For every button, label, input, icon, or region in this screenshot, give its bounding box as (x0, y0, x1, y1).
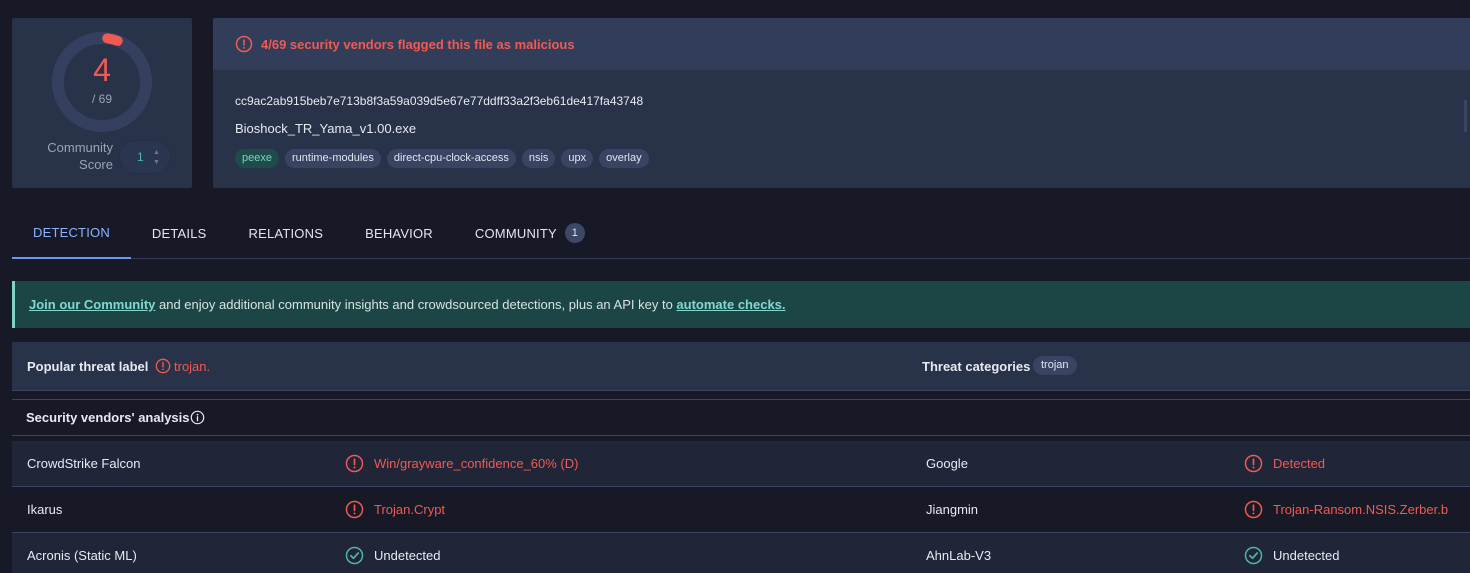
file-tag[interactable]: overlay (599, 149, 649, 168)
file-tag[interactable]: upx (561, 149, 594, 168)
detection-gauge: 4 / 69 (50, 30, 154, 134)
file-tag[interactable]: runtime-modules (284, 149, 381, 168)
vendor-name: AhnLab-V3 (926, 548, 992, 563)
chevron-up-icon[interactable]: ▲ (153, 149, 160, 157)
vendor-result: Undetected (374, 548, 441, 563)
table-row: CrowdStrike Falcon Win/grayware_confiden… (12, 441, 1470, 487)
vendor-name: CrowdStrike Falcon (27, 456, 141, 471)
community-score-stepper[interactable]: 1 ▲ ▼ (119, 140, 171, 174)
vendor-name: Ikarus (27, 502, 63, 517)
threat-category-tag[interactable]: trojan (1033, 356, 1077, 375)
threat-categories-title: Threat categories (922, 359, 1031, 374)
community-score-value: 1 (137, 150, 144, 164)
file-tag[interactable]: nsis (521, 149, 556, 168)
popular-threat-label-title: Popular threat label (27, 359, 149, 374)
vendor-result: Trojan-Ransom.NSIS.Zerber.b (1273, 502, 1449, 517)
scrollbar[interactable] (1464, 100, 1467, 132)
vendor-result: Trojan.Crypt (374, 502, 446, 517)
tab-label: DETECTION (33, 225, 110, 240)
file-tags: peexe runtime-modules direct-cpu-clock-a… (235, 149, 649, 168)
alert-circle-icon (1244, 454, 1263, 478)
threat-summary-row: Popular threat label trojan. Threat cate… (12, 342, 1470, 391)
alert-circle-icon (1244, 500, 1263, 524)
tab-community[interactable]: COMMUNITY 1 (454, 208, 606, 258)
community-count-badge: 1 (564, 223, 585, 243)
tab-detection[interactable]: DETECTION (12, 208, 131, 259)
alert-circle-icon (345, 500, 364, 524)
tab-label: DETAILS (151, 225, 207, 241)
tab-label: COMMUNITY (474, 225, 557, 241)
malicious-alert-text: 4/69 security vendors flagged this file … (261, 36, 575, 52)
community-score-label-text: Community Score (47, 140, 113, 172)
community-score-label: Community Score (32, 139, 113, 173)
tab-relations[interactable]: RELATIONS (228, 208, 345, 258)
file-tag[interactable]: direct-cpu-clock-access (386, 149, 516, 168)
file-name: Bioshock_TR_Yama_v1.00.exe (235, 121, 417, 136)
alert-circle-icon (235, 35, 253, 53)
detection-total: / 69 (91, 92, 112, 106)
security-vendors-title: Security vendors' analysis (26, 410, 190, 425)
community-banner: Join our Community and enjoy additional … (12, 281, 1470, 328)
table-row: Acronis (Static ML) Undetected AhnLab-V3… (12, 533, 1470, 573)
report-tabs: DETECTION DETAILS RELATIONS BEHAVIOR COM… (12, 208, 1470, 259)
tab-details[interactable]: DETAILS (131, 208, 228, 258)
tab-behavior[interactable]: BEHAVIOR (344, 208, 454, 258)
vendor-name: Google (926, 456, 968, 471)
alert-circle-icon (345, 454, 364, 478)
detection-count: 4 (93, 52, 111, 88)
join-community-link[interactable]: Join our Community (29, 297, 155, 312)
tab-label: RELATIONS (248, 225, 324, 241)
vendor-name: Acronis (Static ML) (27, 548, 137, 563)
malicious-alert-bar: 4/69 security vendors flagged this file … (213, 18, 1470, 70)
automate-checks-link[interactable]: automate checks. (676, 297, 785, 312)
chevron-down-icon[interactable]: ▼ (153, 159, 160, 167)
tab-label: BEHAVIOR (365, 225, 433, 241)
info-icon[interactable] (190, 410, 205, 425)
file-hash[interactable]: cc9ac2ab915beb7e713b8f3a59a039d5e67e77dd… (235, 94, 643, 108)
check-circle-icon (345, 546, 364, 570)
file-info-card: 4/69 security vendors flagged this file … (213, 18, 1470, 188)
table-row: Ikarus Trojan.Crypt Jiangmin Trojan-Rans… (12, 487, 1470, 533)
vendor-result: Undetected (1273, 548, 1340, 563)
banner-text: Join our Community and enjoy additional … (29, 297, 786, 312)
banner-body: and enjoy additional community insights … (155, 297, 677, 312)
file-tag[interactable]: peexe (235, 149, 279, 168)
alert-circle-icon (155, 358, 171, 374)
security-vendors-header: Security vendors' analysis (12, 399, 1470, 436)
detection-gauge-arc (102, 33, 123, 46)
vendor-result: Detected (1273, 456, 1326, 471)
popular-threat-label-value[interactable]: trojan. (174, 359, 210, 374)
vendor-name: Jiangmin (926, 502, 979, 517)
detection-score-card: 4 / 69 Community Score 1 ▲ ▼ (12, 18, 192, 188)
check-circle-icon (1244, 546, 1263, 570)
vendor-result: Win/grayware_confidence_60% (D) (374, 456, 579, 471)
